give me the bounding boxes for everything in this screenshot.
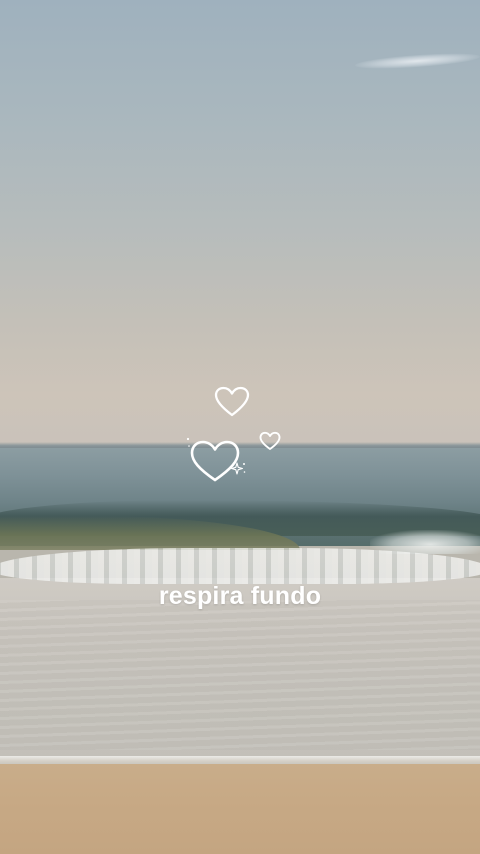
heart-outline-icon <box>259 431 281 451</box>
story-caption-text: respira fundo <box>158 582 322 610</box>
sparkle-icon <box>229 460 247 478</box>
shore-foam <box>0 548 480 584</box>
story-background-photo: respira fundo <box>0 0 480 854</box>
dry-sand <box>0 764 480 854</box>
heart-outline-icon <box>214 386 250 418</box>
water-sheen <box>0 600 480 750</box>
